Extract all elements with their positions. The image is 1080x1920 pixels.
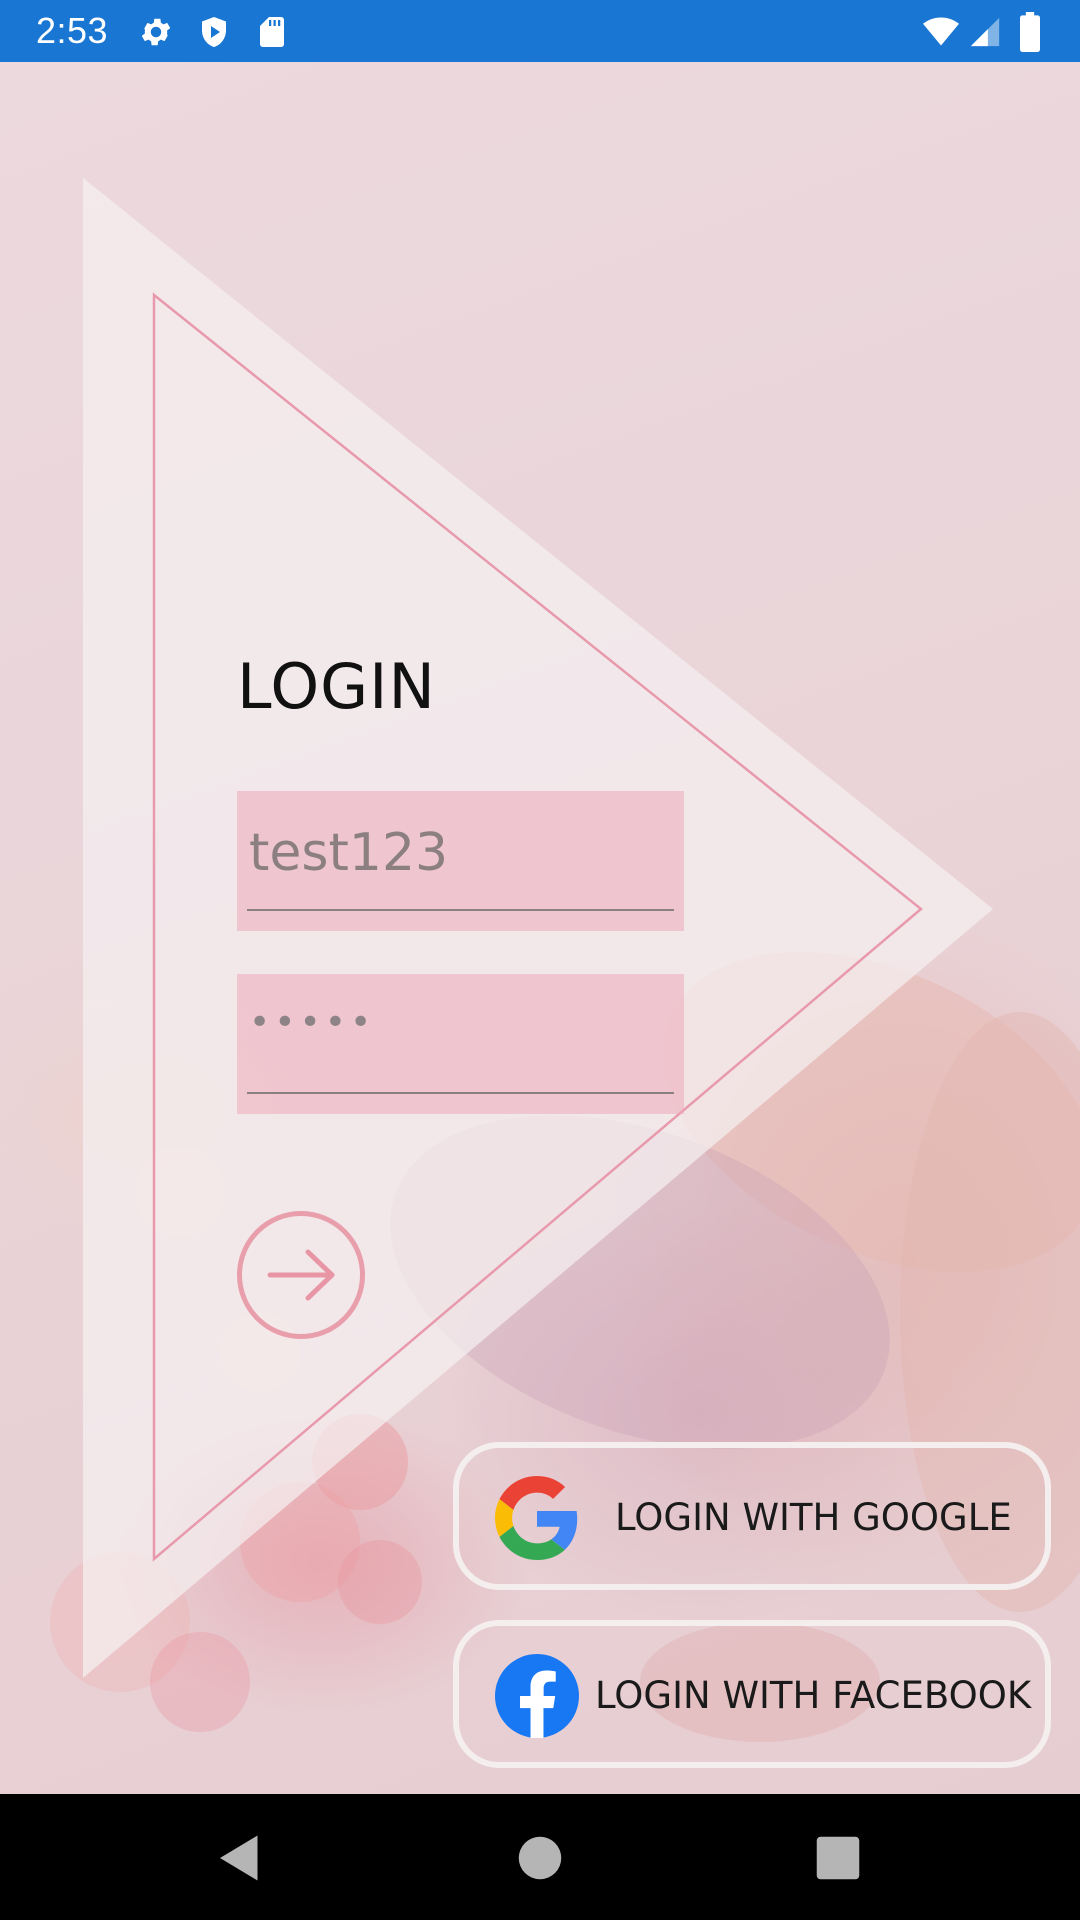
sd-card-icon [260,17,284,47]
status-time: 2:53 [36,10,109,51]
battery-icon [1020,12,1040,52]
google-button-label: LOGIN WITH GOOGLE [615,1496,1012,1539]
username-field[interactable]: test123 [237,791,684,931]
signal-icon [970,17,1000,47]
facebook-icon [495,1654,579,1738]
password-value: ••••• [249,1002,376,1043]
settings-icon [141,18,171,46]
password-field[interactable]: ••••• [237,974,684,1114]
login-with-facebook-button[interactable]: LOGIN WITH FACEBOOK [453,1620,1051,1768]
status-bar: 2:53 [0,0,1080,62]
navigation-bar [0,1794,1080,1920]
home-icon[interactable] [510,1828,570,1888]
google-icon [495,1476,578,1560]
username-underline [247,909,674,911]
login-title: LOGIN [237,650,436,723]
wifi-icon [923,17,959,46]
shield-icon [202,17,226,47]
back-icon[interactable] [210,1828,270,1888]
recents-icon[interactable] [808,1828,868,1888]
submit-login-button[interactable] [237,1211,365,1339]
arrow-right-icon [267,1249,335,1301]
password-underline [247,1092,674,1094]
login-with-google-button[interactable]: LOGIN WITH GOOGLE [453,1442,1051,1590]
facebook-button-label: LOGIN WITH FACEBOOK [595,1674,1032,1717]
username-value: test123 [249,823,449,883]
login-screen: 2:53 LOGIN test123 ••••• LOGIN WITH GOOG… [0,0,1080,1920]
